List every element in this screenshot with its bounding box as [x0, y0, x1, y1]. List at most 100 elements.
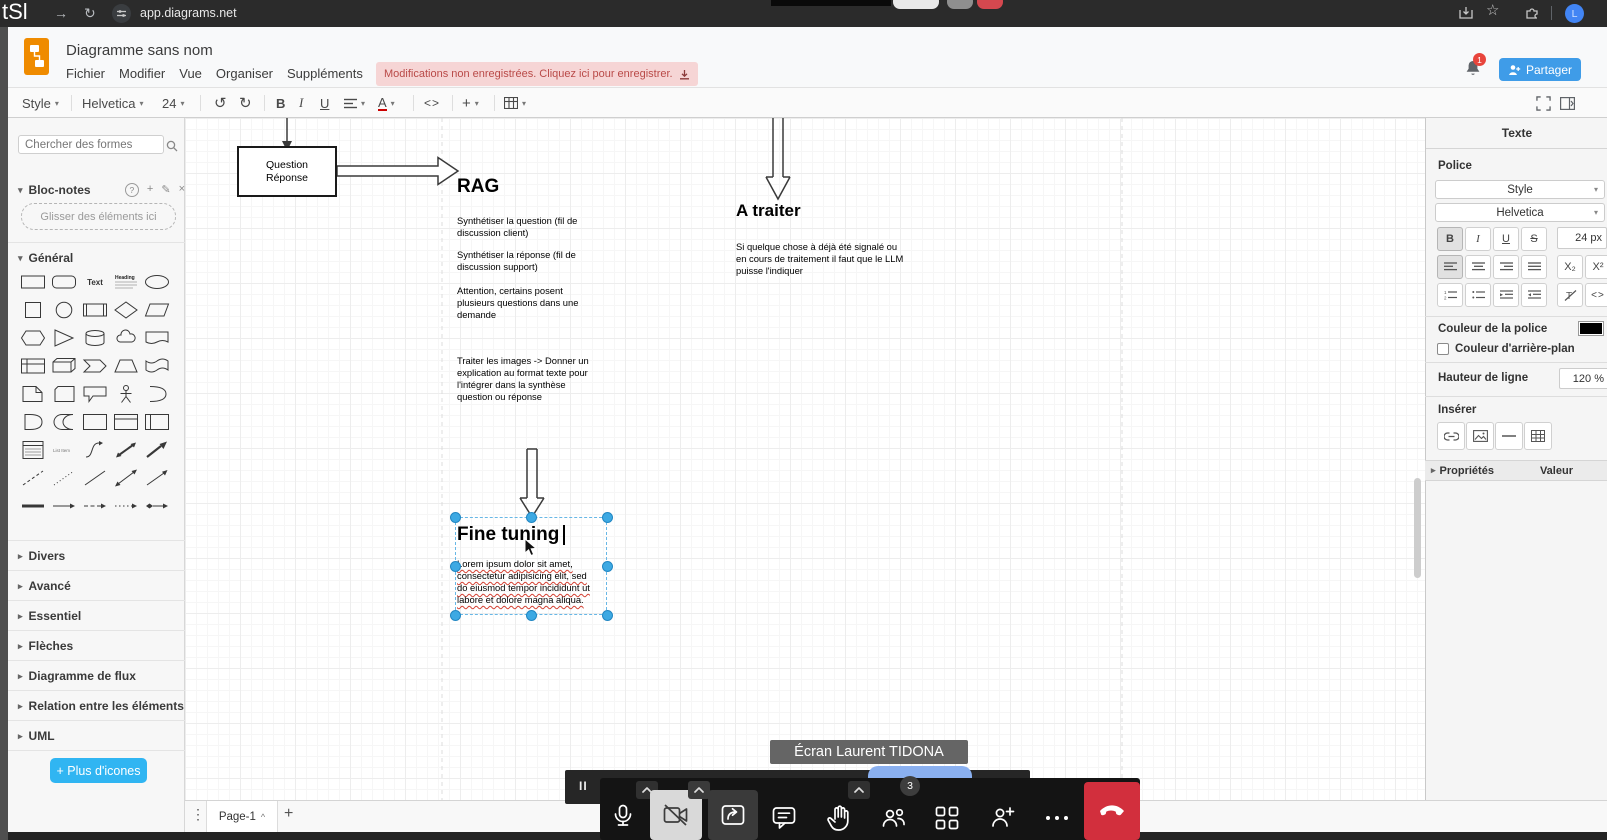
add-page-button[interactable]: + — [284, 805, 293, 823]
sidebar-section-relations[interactable]: ▸Relation entre les éléments — [8, 690, 195, 721]
install-icon[interactable] — [1458, 5, 1474, 26]
panel-clear-format-button[interactable]: T — [1557, 283, 1583, 307]
panel-underline-button[interactable]: U — [1493, 227, 1519, 251]
edit-pencil-icon[interactable]: ✎ — [161, 183, 170, 197]
apps-grid-icon[interactable] — [935, 806, 959, 830]
menu-fichier[interactable]: Fichier — [66, 66, 105, 81]
properties-header[interactable]: ▸ Propriétés Valeur — [1425, 460, 1607, 481]
participants-icon[interactable] — [881, 806, 907, 830]
site-info-icon[interactable] — [112, 4, 131, 23]
camera-options-chevron-icon[interactable] — [688, 781, 710, 799]
menu-modifier[interactable]: Modifier — [119, 66, 165, 81]
node-fine-body[interactable]: Lorem ipsum dolor sit amet, consectetur … — [457, 558, 597, 606]
shape-square-icon[interactable] — [20, 300, 51, 320]
fullscreen-icon[interactable] — [1536, 88, 1551, 118]
panel-ordered-list-button[interactable]: 12 — [1437, 283, 1463, 307]
node-rag-title[interactable]: RAG — [457, 176, 499, 198]
menu-vue[interactable]: Vue — [179, 66, 202, 81]
panel-outdent-button[interactable] — [1521, 283, 1547, 307]
shape-circle-icon[interactable] — [51, 300, 82, 320]
sidebar-section-avance[interactable]: ▸Avancé — [8, 570, 195, 601]
mic-icon[interactable] — [610, 804, 636, 830]
insert-link-button[interactable] — [1437, 422, 1465, 450]
shape-directional-connector-icon[interactable] — [144, 468, 175, 488]
font-color-dropdown[interactable]: A▾ — [378, 88, 395, 118]
bookmark-star-icon[interactable]: ☆ — [1486, 4, 1499, 18]
selection-handle-e[interactable] — [602, 561, 613, 572]
shape-triangle-icon[interactable] — [51, 328, 82, 348]
shape-rounded-rectangle-icon[interactable] — [51, 272, 82, 292]
background-color-checkbox[interactable] — [1437, 343, 1449, 355]
vertical-scrollbar[interactable] — [1414, 478, 1421, 578]
node-atraiter-title[interactable]: A traiter — [736, 201, 801, 221]
panel-align-left-button[interactable] — [1437, 255, 1463, 279]
search-shapes-input[interactable] — [18, 135, 164, 154]
panel-indent-button[interactable] — [1493, 283, 1519, 307]
pause-icon[interactable]: II — [579, 779, 588, 793]
shape-bidirectional-arrow-icon[interactable] — [113, 440, 144, 460]
node-question-reponse[interactable]: Question Réponse — [237, 146, 337, 197]
url-bar[interactable]: app.diagrams.net — [140, 6, 237, 20]
shape-container-icon[interactable] — [82, 412, 113, 432]
shape-internal-storage-icon[interactable] — [20, 356, 51, 376]
font-color-swatch[interactable] — [1578, 321, 1604, 336]
selection-handle-se[interactable] — [602, 610, 613, 621]
panel-superscript-button[interactable]: X² — [1585, 255, 1607, 279]
shape-dotted-connector-icon[interactable] — [113, 496, 144, 516]
selection-handle-s[interactable] — [526, 610, 537, 621]
table-dropdown[interactable]: ▾ — [504, 88, 526, 118]
chat-icon[interactable] — [772, 806, 796, 832]
shape-diamond-connector-icon[interactable] — [144, 496, 175, 516]
shape-dashed-line-icon[interactable] — [20, 468, 51, 488]
undo-icon[interactable]: ↺ — [214, 88, 227, 118]
shape-hexagon-icon[interactable] — [20, 328, 51, 348]
share-screen-button[interactable] — [708, 790, 758, 840]
shape-curve-icon[interactable] — [82, 440, 113, 460]
shape-document-icon[interactable] — [144, 328, 175, 348]
panel-strikethrough-button[interactable]: S — [1521, 227, 1547, 251]
font-dropdown[interactable]: Helvetica▾ — [82, 88, 143, 118]
more-options-icon[interactable] — [1044, 814, 1070, 822]
panel-subscript-button[interactable]: X₂ — [1557, 255, 1583, 279]
shape-cube-icon[interactable] — [51, 356, 82, 376]
shape-rectangle-icon[interactable] — [20, 272, 51, 292]
shape-cloud-icon[interactable] — [113, 328, 144, 348]
selection-handle-sw[interactable] — [450, 610, 461, 621]
add-person-icon[interactable] — [990, 805, 1016, 830]
style-select[interactable]: Style▾ — [1435, 180, 1605, 199]
shape-dotted-line-icon[interactable] — [51, 468, 82, 488]
profile-avatar[interactable]: L — [1565, 4, 1584, 23]
menu-supplements[interactable]: Suppléments — [287, 66, 363, 81]
reload-icon[interactable]: ↻ — [84, 6, 96, 20]
insert-horizontal-rule-button[interactable] — [1495, 422, 1523, 450]
raise-hand-icon[interactable] — [826, 804, 852, 832]
add-icon[interactable]: + — [147, 183, 153, 197]
panel-font-size-input[interactable] — [1557, 227, 1607, 249]
shape-tape-icon[interactable] — [144, 356, 175, 376]
shape-link-edge-icon[interactable] — [51, 496, 82, 516]
help-icon[interactable]: ? — [125, 183, 139, 197]
shape-cylinder-icon[interactable] — [82, 328, 113, 348]
shape-text-icon[interactable]: Text — [82, 272, 113, 292]
shape-or-icon[interactable] — [144, 384, 175, 404]
format-panel-toggle-icon[interactable] — [1560, 88, 1575, 118]
page-tab[interactable]: Page-1 ^ — [206, 801, 278, 832]
underline-button[interactable]: U — [320, 88, 329, 118]
selection-handle-ne[interactable] — [602, 512, 613, 523]
sidebar-section-flux[interactable]: ▸Diagramme de flux — [8, 660, 195, 691]
style-dropdown[interactable]: Style▾ — [22, 88, 59, 118]
shape-data-storage-icon[interactable] — [51, 412, 82, 432]
panel-code-button[interactable]: <> — [1585, 283, 1607, 307]
insert-table-button[interactable] — [1524, 422, 1552, 450]
extensions-icon[interactable] — [1524, 5, 1540, 26]
shape-and-icon[interactable] — [20, 412, 51, 432]
forward-icon[interactable]: → — [54, 6, 68, 20]
shape-arrow-icon[interactable] — [144, 440, 175, 460]
shape-heading-icon[interactable]: Heading — [113, 272, 144, 292]
italic-button[interactable]: I — [299, 88, 303, 118]
more-shapes-button[interactable]: + Plus d'icones — [50, 758, 147, 783]
document-title[interactable]: Diagramme sans nom — [66, 42, 213, 59]
line-height-input[interactable] — [1559, 368, 1607, 389]
panel-bullet-list-button[interactable] — [1465, 283, 1491, 307]
hang-up-button[interactable] — [1084, 782, 1140, 840]
